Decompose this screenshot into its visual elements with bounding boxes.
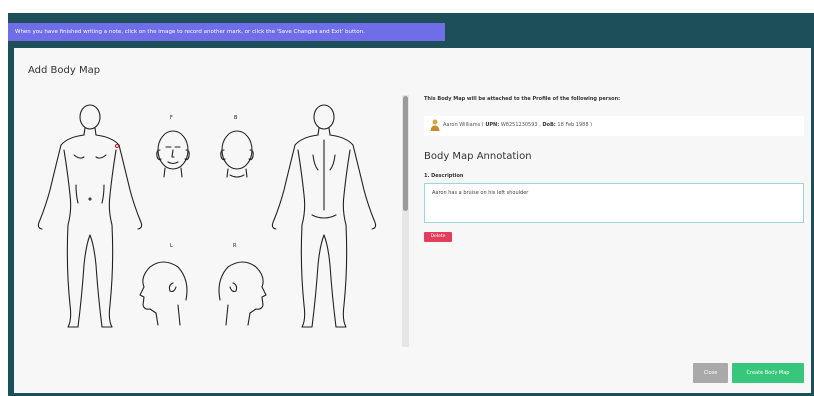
body-map-image[interactable]: F B L R (28, 95, 400, 350)
dob-label: DoB: (542, 122, 556, 128)
annotation-title: Body Map Annotation (424, 151, 532, 162)
body-front-figure[interactable] (37, 104, 143, 328)
close-button[interactable]: Close (693, 363, 728, 383)
label-back: B (234, 115, 238, 121)
instruction-banner: When you have finished writing a note, c… (8, 23, 445, 41)
person-details: Aaron Williams ( UPN: W8251230593 , DoB:… (443, 122, 593, 128)
description-label: 1. Description (424, 173, 464, 179)
map-scrollbar-thumb[interactable] (403, 96, 408, 211)
label-left: L (170, 243, 173, 249)
banner-right-area (720, 23, 800, 41)
dob-value: 18 Feb 1988 (557, 122, 589, 128)
body-back-figure[interactable] (271, 104, 377, 328)
person-icon (430, 119, 440, 131)
head-front-figure[interactable] (156, 130, 190, 178)
label-right: R (233, 243, 237, 249)
label-front: F (170, 115, 173, 121)
create-body-map-button[interactable]: Create Body Map (732, 363, 804, 383)
delete-button[interactable]: Delete (424, 232, 452, 242)
attach-notice: This Body Map will be attached to the Pr… (424, 96, 621, 102)
head-right-figure[interactable] (218, 261, 267, 326)
person-name: Aaron Williams (443, 122, 481, 128)
head-back-figure[interactable] (220, 130, 254, 178)
upn-label: UPN: (485, 122, 500, 128)
page-title: Add Body Map (28, 65, 101, 76)
description-input[interactable]: Aaron has a bruise on his left shoulder (424, 183, 804, 223)
head-left-figure[interactable] (139, 261, 188, 326)
upn-value: W8251230593 (500, 122, 538, 128)
